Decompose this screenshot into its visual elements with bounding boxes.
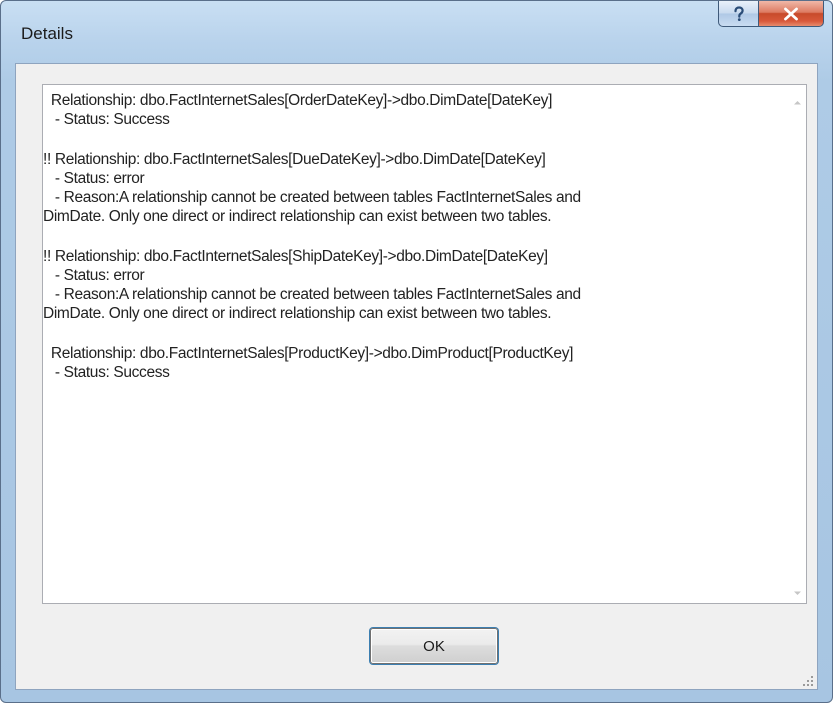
help-button[interactable]	[718, 1, 758, 27]
relationship-entry: Relationship: dbo.FactInternetSales[Orde…	[43, 91, 783, 129]
ok-button[interactable]: OK	[370, 628, 498, 664]
caption-buttons	[718, 1, 824, 27]
entry-line: DimDate. Only one direct or indirect rel…	[43, 208, 552, 225]
details-dialog: Details Relationship: dbo.FactInternetSa…	[0, 0, 833, 703]
relationship-entry: Relationship: dbo.FactInternetSales[Prod…	[43, 344, 783, 382]
entry-line: - Reason:A relationship cannot be create…	[43, 189, 581, 206]
entry-line: DimDate. Only one direct or indirect rel…	[43, 305, 552, 322]
scroll-down-arrow-icon[interactable]	[793, 585, 802, 595]
dialog-title: Details	[21, 24, 73, 43]
resize-grip-icon[interactable]	[802, 674, 814, 686]
details-text: Relationship: dbo.FactInternetSales[Orde…	[43, 85, 783, 603]
dialog-client-area: Relationship: dbo.FactInternetSales[Orde…	[15, 63, 818, 690]
question-mark-icon	[732, 5, 746, 22]
scroll-up-arrow-icon[interactable]	[793, 94, 802, 105]
entry-line: Relationship: dbo.FactInternetSales[Prod…	[43, 345, 574, 362]
close-x-icon	[783, 7, 799, 21]
entry-line: - Status: Success	[43, 111, 170, 128]
entry-line: Relationship: dbo.FactInternetSales[Orde…	[43, 92, 553, 109]
close-button[interactable]	[758, 1, 824, 27]
entry-line: - Reason:A relationship cannot be create…	[43, 286, 581, 303]
entry-line: - Status: error	[43, 170, 145, 187]
entry-line: !! Relationship: dbo.FactInternetSales[S…	[43, 248, 548, 265]
title-bar[interactable]: Details	[1, 1, 832, 63]
entry-line: !! Relationship: dbo.FactInternetSales[D…	[43, 151, 546, 168]
vertical-scrollbar[interactable]	[789, 85, 806, 603]
relationship-entry: !! Relationship: dbo.FactInternetSales[S…	[43, 247, 783, 323]
entry-line: - Status: error	[43, 267, 145, 284]
details-textbox[interactable]: Relationship: dbo.FactInternetSales[Orde…	[42, 84, 807, 604]
relationship-entry: !! Relationship: dbo.FactInternetSales[D…	[43, 150, 783, 226]
entry-line: - Status: Success	[43, 364, 170, 381]
